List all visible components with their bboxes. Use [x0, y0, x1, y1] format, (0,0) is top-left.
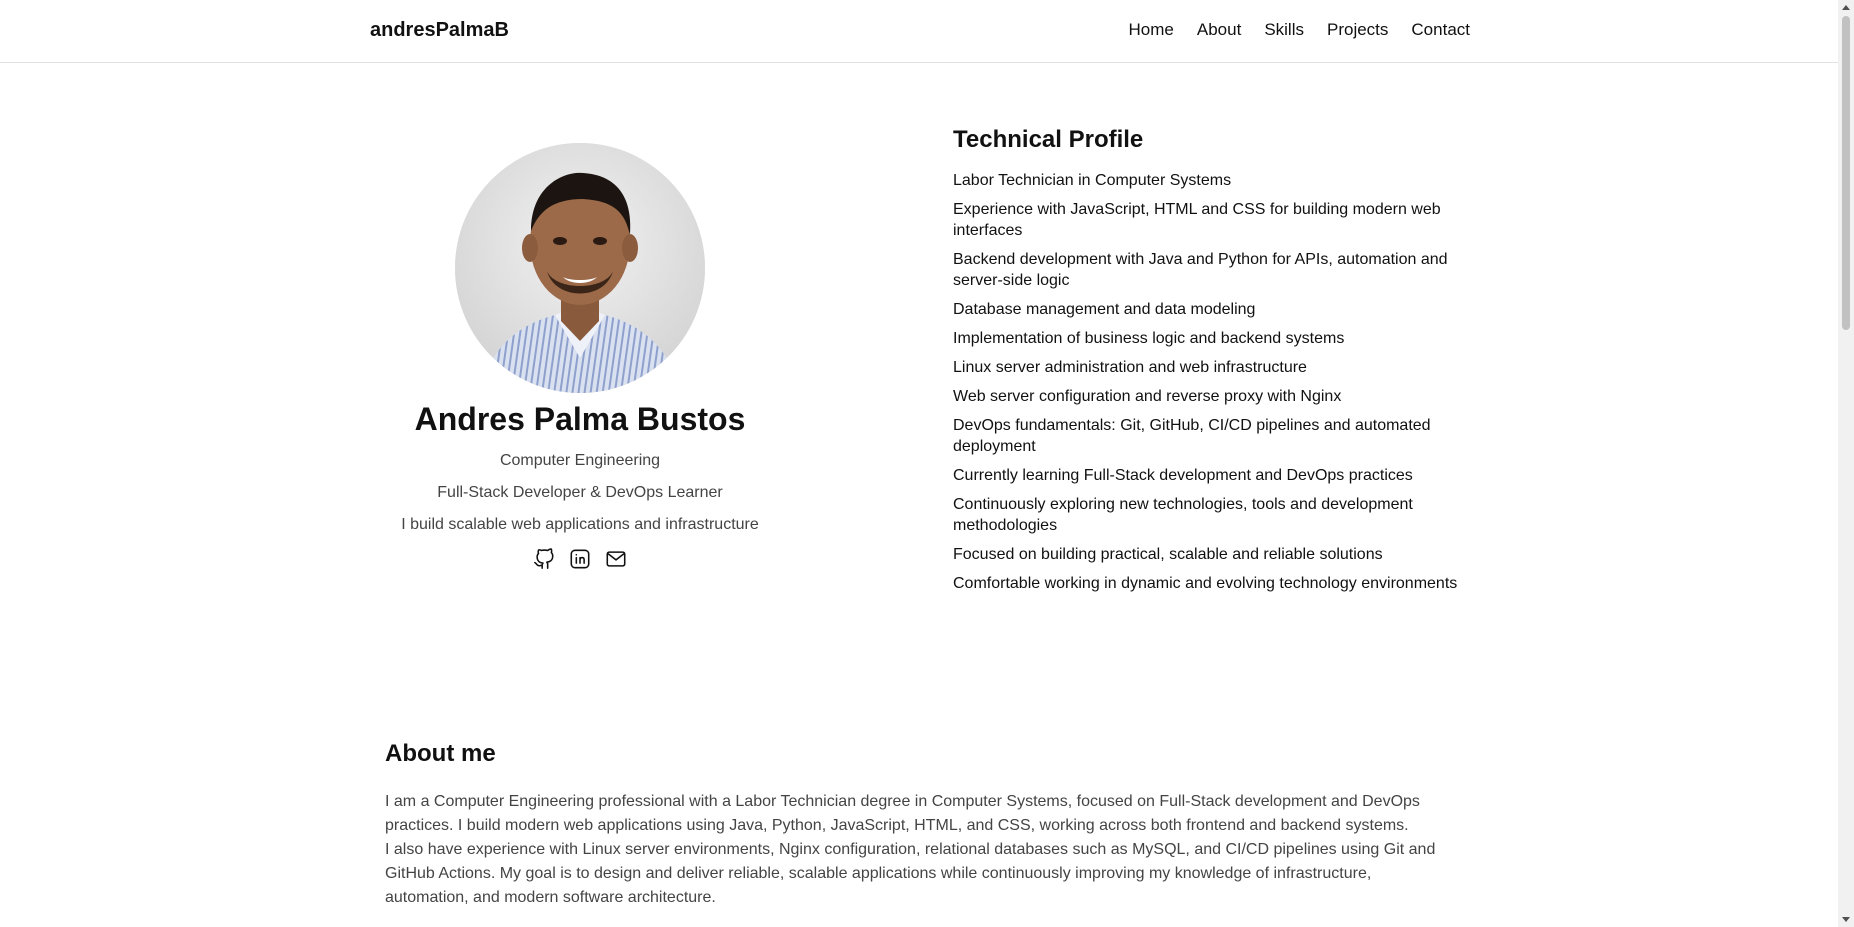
avatar [455, 143, 705, 393]
about-paragraph: I also have experience with Linux server… [385, 841, 1436, 906]
nav-about[interactable]: About [1197, 20, 1241, 40]
page: andresPalmaB Home About Skills Projects … [0, 0, 1838, 927]
list-item: Web server configuration and reverse pro… [953, 388, 1342, 405]
scroll-down-arrow-icon[interactable] [1842, 917, 1850, 922]
about-paragraph: I am a Computer Engineering professional… [385, 793, 1420, 834]
about-section: About me I am a Computer Engineering pro… [385, 740, 1445, 910]
list-item: Continuously exploring new technologies,… [953, 496, 1413, 534]
about-title: About me [385, 740, 496, 767]
technical-profile: Technical Profile Labor Technician in Co… [953, 126, 1463, 602]
github-icon[interactable] [533, 548, 555, 570]
list-item: Implementation of business logic and bac… [953, 330, 1345, 347]
profile-role: Full-Stack Developer & DevOps Learner [437, 484, 723, 501]
nav-home[interactable]: Home [1129, 20, 1174, 40]
scroll-up-arrow-icon[interactable] [1842, 5, 1850, 10]
profile-card: Andres Palma Bustos Computer Engineering… [330, 130, 830, 570]
page-scrollbar[interactable] [1838, 0, 1854, 927]
list-item: Backend development with Java and Python… [953, 251, 1448, 289]
main-nav: Home About Skills Projects Contact [1129, 20, 1470, 40]
list-item: Experience with JavaScript, HTML and CSS… [953, 201, 1441, 239]
technical-profile-list: Labor Technician in Computer Systems Exp… [953, 170, 1463, 594]
list-item: Focused on building practical, scalable … [953, 546, 1383, 563]
list-item: DevOps fundamentals: Git, GitHub, CI/CD … [953, 417, 1431, 455]
list-item: Currently learning Full-Stack developmen… [953, 467, 1413, 484]
nav-skills[interactable]: Skills [1264, 20, 1304, 40]
brand-logo[interactable]: andresPalmaB [370, 19, 509, 42]
list-item: Comfortable working in dynamic and evolv… [953, 575, 1458, 592]
profile-name: Andres Palma Bustos [414, 401, 746, 437]
scrollbar-thumb[interactable] [1842, 16, 1850, 330]
nav-contact[interactable]: Contact [1411, 20, 1470, 40]
social-links [330, 548, 830, 570]
nav-projects[interactable]: Projects [1327, 20, 1388, 40]
list-item: Database management and data modeling [953, 301, 1256, 318]
list-item: Linux server administration and web infr… [953, 359, 1307, 376]
avatar-photo [455, 143, 705, 393]
top-navbar: andresPalmaB Home About Skills Projects … [0, 0, 1838, 63]
list-item: Labor Technician in Computer Systems [953, 172, 1232, 189]
profile-degree: Computer Engineering [499, 452, 661, 469]
mail-icon[interactable] [605, 548, 627, 570]
profile-tagline: I build scalable web applications and in… [401, 516, 759, 533]
linkedin-icon[interactable] [569, 548, 591, 570]
technical-profile-title: Technical Profile [953, 126, 1144, 153]
